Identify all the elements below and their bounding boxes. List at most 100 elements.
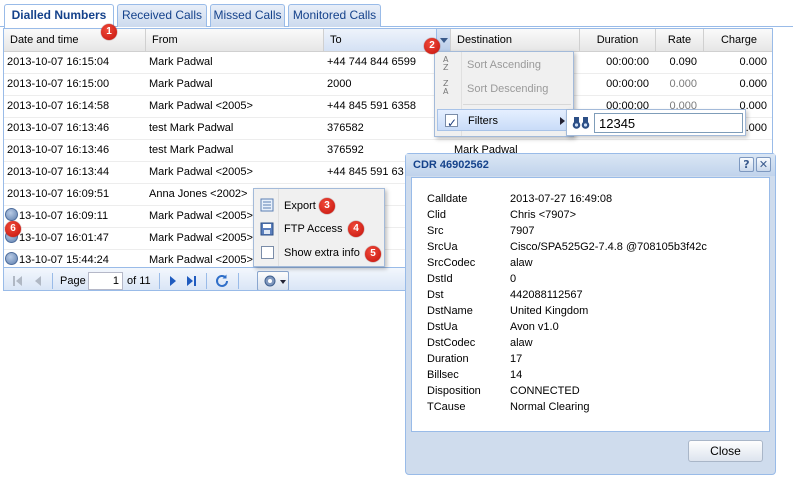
refresh-icon [216, 274, 228, 287]
sort-descending-item[interactable]: ZA Sort Descending [437, 78, 571, 100]
cdr-details-panel: Calldate 2013-07-27 16:49:08 Clid Chris <79… [411, 177, 770, 432]
cdr-field-value: CONNECTED [510, 385, 580, 397]
export-menu-item[interactable]: Export [284, 196, 316, 216]
cdr-field-label: DstId [427, 273, 453, 285]
annotation-badge-2: 2 [424, 38, 440, 54]
cell-to: +44 845 591 6358 [327, 100, 417, 112]
col-header-from[interactable]: From [146, 29, 324, 51]
gear-icon [264, 275, 276, 287]
col-header-destination[interactable]: Destination [451, 29, 580, 51]
cdr-field-value: 7907 [510, 225, 535, 237]
cdr-window: CDR 46902562 ? ✕ Calldate 2013-07-27 16:4… [405, 153, 776, 475]
cdr-field-value: alaw [510, 257, 533, 269]
refresh-button[interactable] [214, 273, 230, 289]
column-menu: AZ Sort Ascending ZA Sort Descending Fil… [434, 51, 574, 137]
toolbar-separator [52, 273, 53, 289]
page-count-label: of 11 [127, 275, 151, 287]
cell-datetime: 13-10-07 16:01:47 [19, 232, 109, 244]
col-header-datetime[interactable]: Date and time [4, 29, 146, 51]
tab-dialled-numbers[interactable]: Dialled Numbers [4, 4, 114, 28]
cdr-field-value: alaw [510, 337, 533, 349]
last-page-button[interactable] [184, 273, 200, 289]
cdr-field-value: Avon v1.0 [510, 321, 559, 333]
cell-duration: 00:00:00 [606, 56, 649, 68]
menu-gutter [278, 189, 279, 266]
next-page-button[interactable] [165, 273, 181, 289]
cdr-field-label: DstName [427, 305, 473, 317]
cdr-field-label: DstCodec [427, 337, 476, 349]
cdr-field-label: TCause [427, 401, 466, 413]
cdr-field-value: 442088112567 [510, 289, 583, 301]
export-icon [260, 198, 274, 212]
cell-datetime: 2013-10-07 16:13:46 [7, 122, 110, 134]
cdr-field-value: Cisco/SPA525G2-7.4.8 @708105b3f42c [510, 241, 707, 253]
sort-ascending-label: Sort Ascending [467, 59, 541, 71]
window-close-button[interactable]: ✕ [756, 157, 771, 172]
info-icon[interactable] [5, 252, 18, 265]
menu-separator [463, 104, 571, 105]
settings-menu-button[interactable] [257, 271, 289, 290]
filters-label: Filters [468, 115, 498, 127]
cell-charge: 0.000 [739, 78, 767, 90]
cdr-field-label: SrcUa [427, 241, 458, 253]
cell-to: +44 744 844 6599 [327, 56, 417, 68]
table-row[interactable]: 2013-10-07 16:15:00 Mark Padwal 2000 00:00:… [4, 74, 772, 96]
filter-input[interactable] [594, 113, 743, 133]
cell-datetime: 2013-10-07 16:09:51 [7, 188, 110, 200]
show-extra-info-checkbox[interactable] [261, 246, 274, 259]
cell-rate: 0.090 [669, 56, 697, 68]
cell-datetime: 2013-10-07 16:13:46 [7, 144, 110, 156]
cdr-field-value: 14 [510, 369, 523, 381]
cell-datetime: 2013-10-07 16:14:58 [7, 100, 110, 112]
floppy-disk-icon [260, 222, 274, 236]
cdr-window-header[interactable]: CDR 46902562 [406, 154, 775, 176]
cdr-field-label: Dst [427, 289, 444, 301]
cell-to: 376582 [327, 122, 364, 134]
col-header-duration[interactable]: Duration [580, 29, 656, 51]
tab-bar: Dialled Numbers Received Calls Missed Ca… [0, 0, 793, 28]
filters-checkbox[interactable] [445, 112, 458, 134]
tab-received-calls[interactable]: Received Calls [117, 4, 207, 27]
cell-from: test Mark Padwal [149, 144, 234, 156]
help-button[interactable]: ? [739, 157, 754, 172]
col-header-charge[interactable]: Charge [704, 29, 772, 51]
prev-page-button[interactable] [30, 273, 46, 289]
first-page-button[interactable] [11, 273, 27, 289]
info-icon[interactable] [5, 208, 18, 221]
cell-rate: 0.000 [669, 78, 697, 90]
cdr-field-value: United Kingdom [510, 305, 589, 317]
chevron-down-icon [280, 280, 286, 284]
cdr-field-value: 2013-07-27 16:49:08 [510, 193, 613, 205]
cdr-field-label: Src [427, 225, 444, 237]
tab-missed-calls[interactable]: Missed Calls [210, 4, 285, 27]
sort-ascending-icon: AZ [443, 55, 449, 72]
page-label: Page [60, 275, 86, 287]
cell-from: Mark Padwal [149, 56, 213, 68]
close-button[interactable]: Close [688, 440, 763, 462]
filters-item[interactable]: Filters [437, 109, 571, 134]
toolbar-separator [159, 273, 160, 289]
cdr-field-label: DstUa [427, 321, 458, 333]
cell-from: Mark Padwal <2005> [149, 166, 253, 178]
annotation-badge-4: 4 [348, 221, 364, 237]
cell-datetime: 2013-10-07 16:13:44 [7, 166, 110, 178]
annotation-badge-3: 3 [319, 198, 335, 214]
ftp-access-menu-item[interactable]: FTP Access [284, 219, 342, 239]
submenu-arrow-icon [560, 117, 565, 125]
cell-charge: 0.000 [739, 56, 767, 68]
annotation-badge-5: 5 [365, 246, 381, 262]
grid-header: Date and time From To Destination Durati… [4, 29, 772, 52]
annotation-badge-6: 6 [5, 221, 21, 237]
show-extra-info-menu-item[interactable]: Show extra info [284, 243, 360, 263]
table-row[interactable]: 2013-10-07 16:15:04 Mark Padwal +44 744 84… [4, 52, 772, 74]
filter-submenu [566, 109, 746, 136]
page-number-input[interactable] [88, 272, 123, 290]
toolbar-separator [206, 273, 207, 289]
cell-from: Mark Padwal [149, 78, 213, 90]
col-header-rate[interactable]: Rate [656, 29, 704, 51]
cell-to: 2000 [327, 78, 352, 90]
sort-ascending-item[interactable]: AZ Sort Ascending [437, 54, 571, 76]
sort-descending-label: Sort Descending [467, 83, 549, 95]
tab-monitored-calls[interactable]: Monitored Calls [288, 4, 381, 27]
cdr-field-label: Duration [427, 353, 469, 365]
